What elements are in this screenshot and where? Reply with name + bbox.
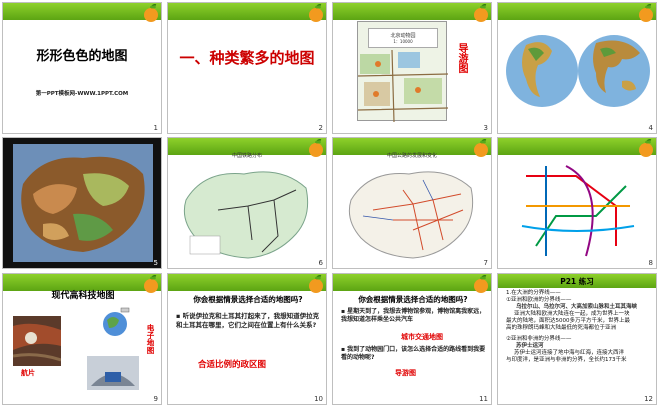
map-title: 中国公路的发展和变化 [386, 153, 437, 159]
slide-thumbnail-9[interactable]: 现代高科技地图 航片 电子地图 9 [2, 273, 162, 405]
slide-thumbnail-7[interactable]: 中国公路的发展和变化 7 [332, 137, 492, 269]
china-topographic-map [13, 144, 153, 262]
answer-2: 导游图 [395, 369, 416, 377]
slide-title: 形形色色的地图 [36, 49, 128, 64]
slide-thumbnail-6[interactable]: 中国铁路分布 6 [167, 137, 327, 269]
apple-logo-icon [639, 4, 653, 22]
world-hemispheres-map [506, 35, 650, 107]
slide-number: 5 [153, 259, 158, 267]
slide-number: 2 [318, 124, 323, 132]
exercise-line: 亚洲大陆和欧洲大陆连在一起，成为世界上一块 [514, 311, 630, 317]
answer-text: 合适比例的政区图 [198, 360, 267, 370]
slide-header-bar [333, 274, 491, 291]
slide-number: 4 [648, 124, 653, 132]
exercise-line: 苏伊士运河连接了地中海与红海，连接大西洋 [514, 350, 625, 356]
side-label: 电子地图 [146, 324, 155, 354]
side-label: 导游图 [456, 43, 467, 73]
map-title: 北京动物园 [390, 33, 416, 39]
zoo-map-drawing [358, 50, 448, 122]
slide-header-bar [333, 3, 491, 20]
aerial-photo [13, 316, 61, 366]
exercise-line: 高的珠穆朗玛峰和大陆最低的死海都位于亚洲 [506, 325, 617, 331]
apple-logo-icon [144, 4, 158, 22]
china-railway-map [183, 171, 309, 259]
slide-header-bar [498, 138, 656, 155]
slide-thumbnail-5[interactable]: 5 [2, 137, 162, 269]
exercise-line: ①亚洲和欧洲的分界线—— [506, 297, 572, 303]
slide-thumbnail-3[interactable]: 北京动物园 1：10000 导游图 3 [332, 2, 492, 134]
slide-number: 12 [644, 395, 653, 403]
subway-map [516, 156, 640, 264]
slide-sorter-grid: 形形色色的地图 第一PPT模板网-WWW.1PPT.COM 1 一、种类繁多的地… [0, 0, 660, 407]
china-highway-map [348, 171, 474, 259]
slide-number: 6 [318, 259, 323, 267]
map-title: 中国铁路分布 [231, 153, 262, 159]
question-text-content: 听说伊拉克和土耳其打起来了，我想知道伊拉克和土耳其在哪里，它们之间在位置上有什么… [176, 312, 320, 329]
apple-logo-icon [639, 139, 653, 157]
question-1-content: 星期天到了，我想去博物馆参观，博物馆离我家远，我想知道怎样乘坐公共汽车 [341, 308, 486, 323]
exercise-line: 苏伊士运河 [516, 343, 544, 349]
slide-header-bar [168, 274, 326, 291]
exercise-line: 与印度洋，是亚洲与非洲的分界，全长约173千米 [506, 357, 627, 363]
satellite-globe-image [103, 307, 130, 336]
slide-header-bar [3, 3, 161, 20]
slide-header-bar [498, 3, 656, 20]
exercise-line: 1.在大洲的分界线—— [506, 290, 561, 296]
aerial-caption: 航片 [21, 369, 35, 377]
slide-thumbnail-2[interactable]: 一、种类繁多的地图 2 [167, 2, 327, 134]
slide-thumbnail-12[interactable]: P21 练习 1.在大洲的分界线—— ①亚洲和欧洲的分界线—— 乌拉尔山、乌拉尔… [497, 273, 657, 405]
map-title-box: 北京动物园 1：10000 [368, 28, 438, 48]
slide-title: P21 练习 [560, 277, 594, 286]
slide-title: 现代高科技地图 [51, 291, 115, 301]
slide-number: 3 [483, 124, 488, 132]
slide-thumbnail-10[interactable]: 你会根据情景选择合适的地图吗? ▪ 听说伊拉克和土耳其打起来了，我想知道伊拉克和… [167, 273, 327, 405]
slide-number: 11 [479, 395, 488, 403]
slide-thumbnail-4[interactable]: 4 [497, 2, 657, 134]
question-2-content: 我到了动物园门口，该怎么选择合适的路线看到我要看的动物呢? [341, 346, 486, 361]
slide-number: 8 [648, 259, 653, 267]
slide-thumbnail-1[interactable]: 形形色色的地图 第一PPT模板网-WWW.1PPT.COM 1 [2, 2, 162, 134]
slide-title: 一、种类繁多的地图 [179, 49, 315, 67]
question-2: ▪ 我到了动物园门口，该怎么选择合适的路线看到我要看的动物呢? [341, 346, 486, 361]
apple-logo-icon [474, 275, 488, 293]
question-1: ▪ 星期天到了，我想去博物馆参观，博物馆离我家远，我想知道怎样乘坐公共汽车 [341, 308, 486, 323]
slide-number: 10 [314, 395, 323, 403]
map-scale: 1：10000 [393, 39, 413, 44]
slide-number: 1 [153, 124, 158, 132]
exercise-text: 1.在大洲的分界线—— ①亚洲和欧洲的分界线—— 乌拉尔山、乌拉尔河、大高加索山… [506, 290, 654, 364]
question-text: ▪ 听说伊拉克和土耳其打起来了，我想知道伊拉克和土耳其在哪里，它们之间在位置上有… [176, 312, 320, 329]
answer-1: 城市交通地图 [401, 333, 443, 341]
apple-logo-icon [474, 4, 488, 22]
zoo-guide-map: 北京动物园 1：10000 [357, 21, 448, 122]
slide-title: 你会根据情景选择合适的地图吗? [193, 295, 303, 304]
car-navigation-image [87, 356, 139, 390]
slide-thumbnail-8[interactable]: 8 [497, 137, 657, 269]
slide-subtitle: 第一PPT模板网-WWW.1PPT.COM [35, 91, 129, 97]
exercise-line: ②亚洲和非洲的分界线—— [506, 336, 572, 342]
exercise-line: 最大的陆地，面积达5000多万平方千米，世界上最 [506, 318, 630, 324]
slide-number: 9 [153, 395, 158, 403]
apple-logo-icon [309, 275, 323, 293]
slide-title: 你会根据情景选择合适的地图吗? [358, 295, 468, 304]
slide-thumbnail-11[interactable]: 你会根据情景选择合适的地图吗? ▪ 星期天到了，我想去博物馆参观，博物馆离我家远… [332, 273, 492, 405]
exercise-line: 乌拉尔山、乌拉尔河、大高加索山脉和土耳其海峡 [516, 304, 638, 310]
slide-header-bar [168, 3, 326, 20]
apple-logo-icon [309, 4, 323, 22]
slide-number: 7 [483, 259, 488, 267]
